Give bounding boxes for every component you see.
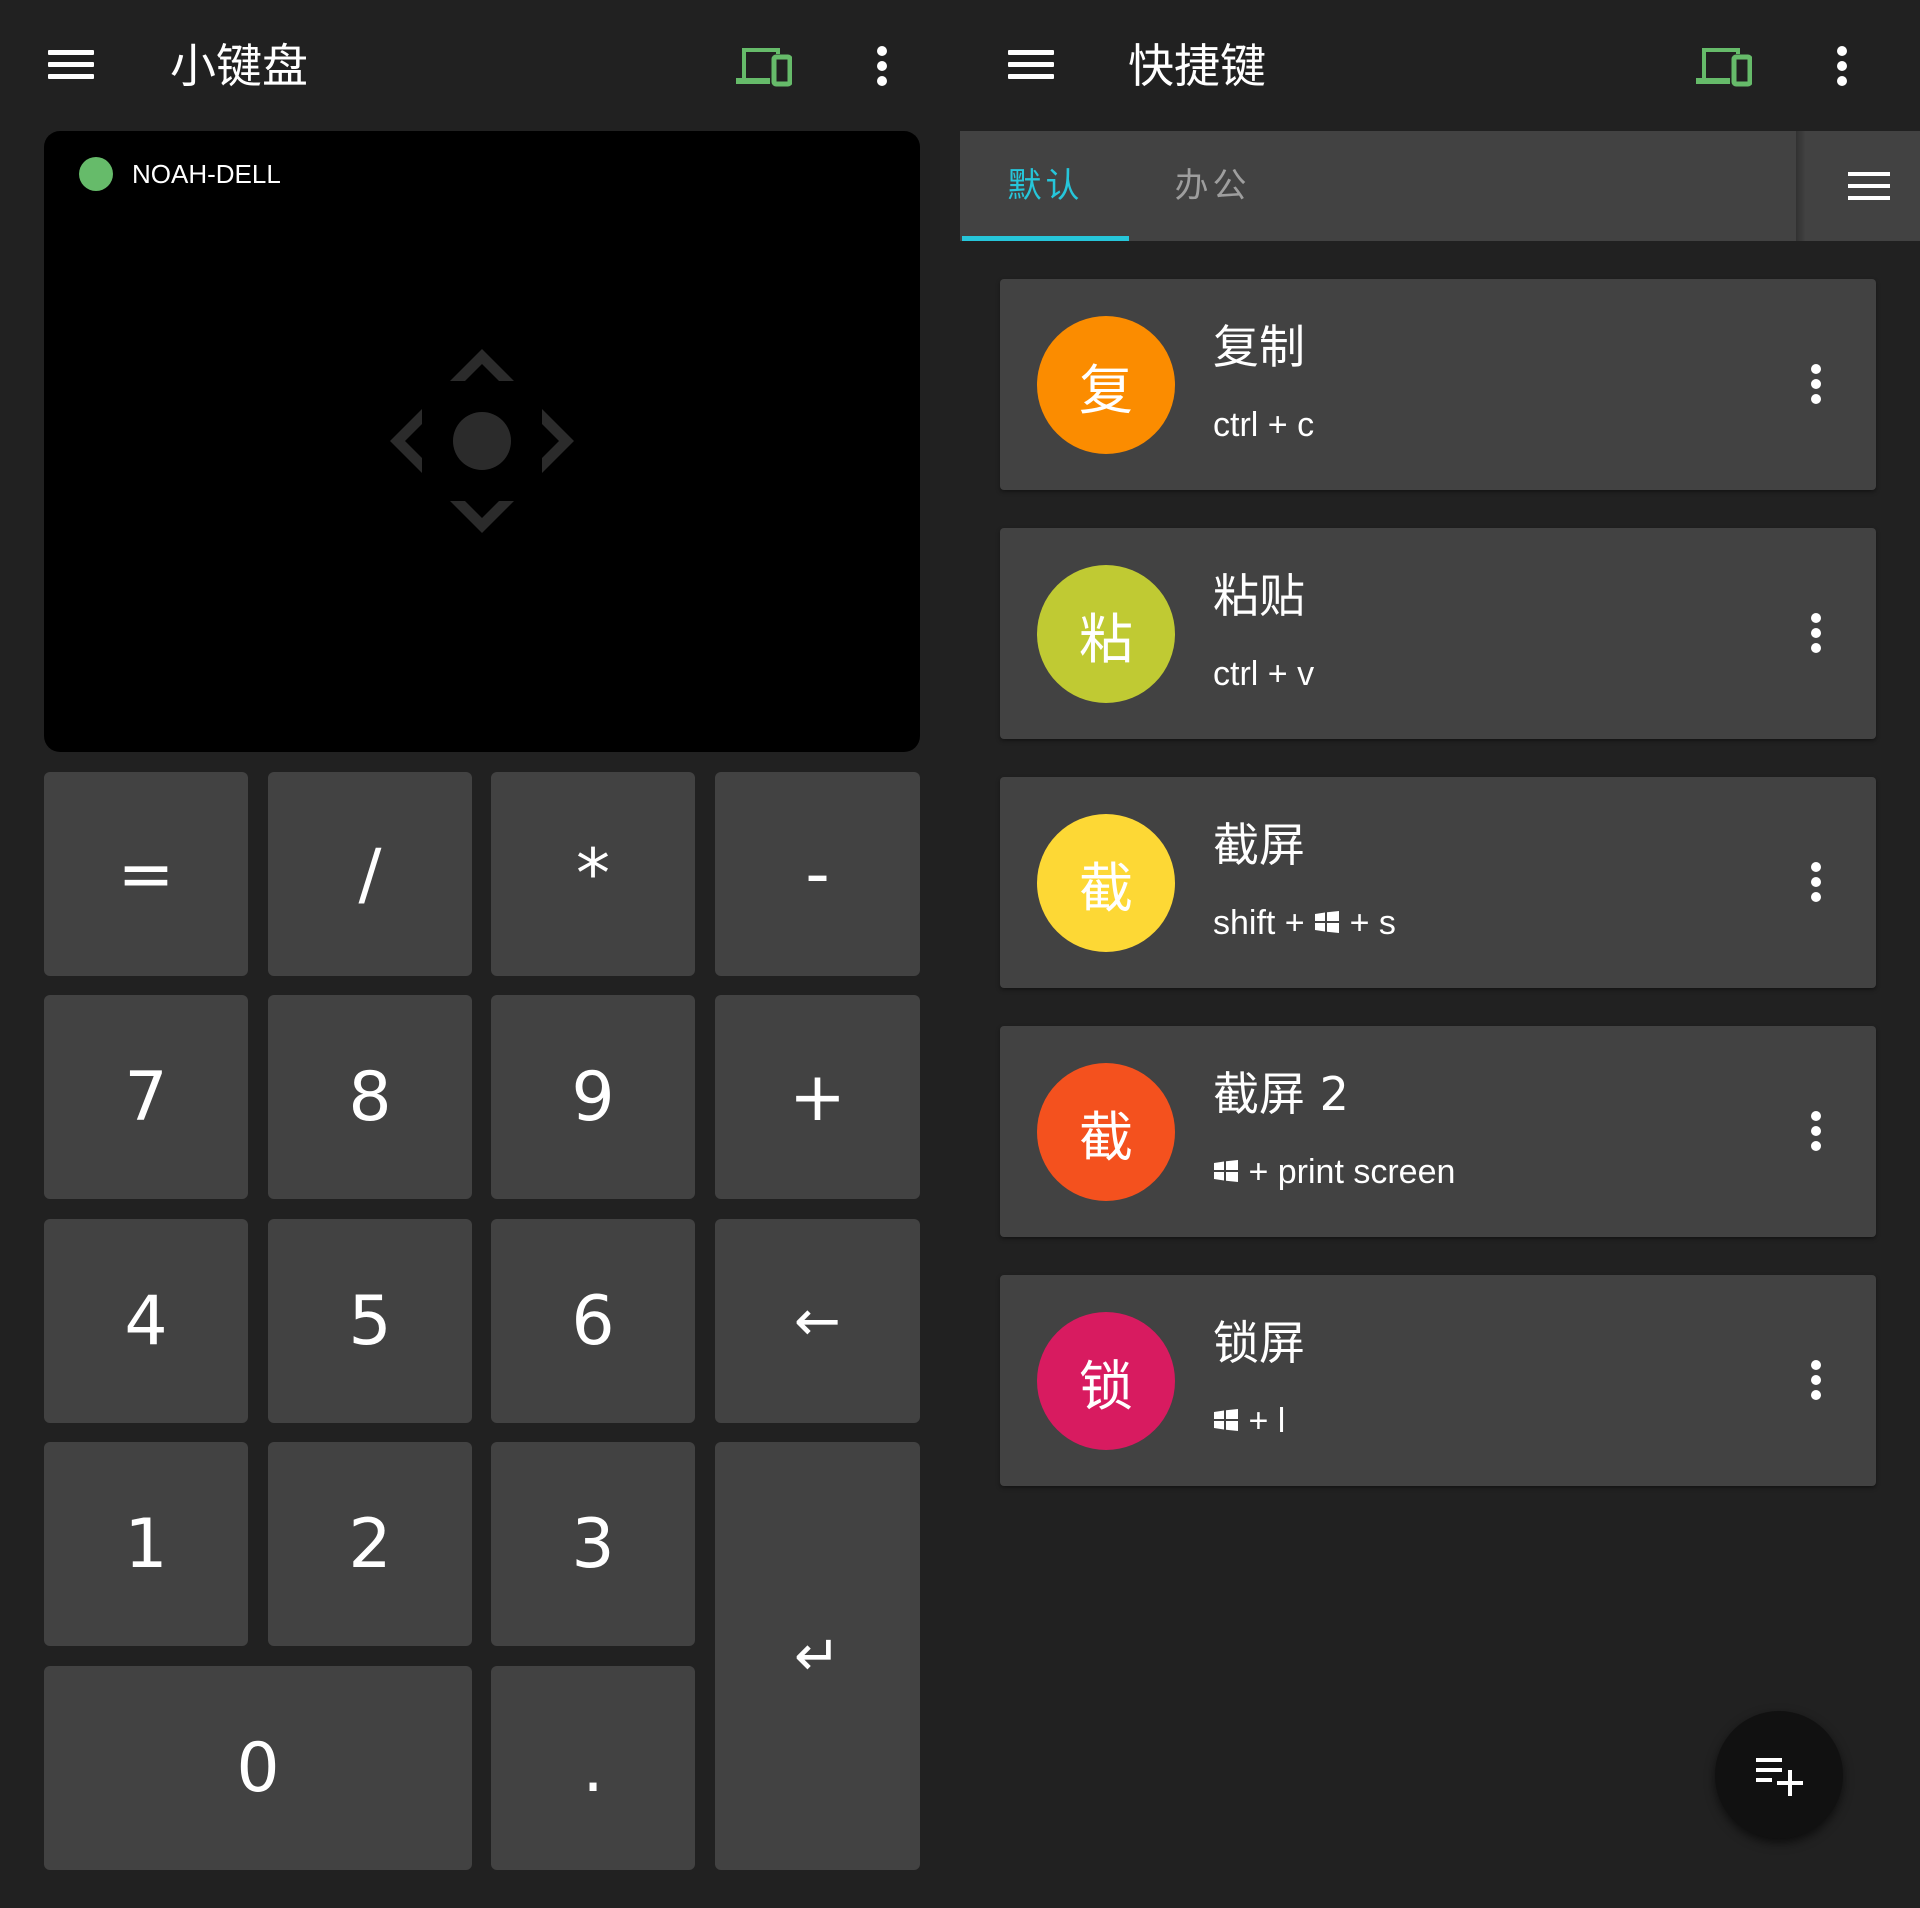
more-vert-icon[interactable]	[1804, 1106, 1828, 1156]
key-decimal[interactable]: .	[491, 1666, 695, 1870]
shortcut-card-screenshot[interactable]: 截 截屏 shift + + s	[1000, 777, 1876, 988]
key-label: 1	[124, 1504, 168, 1584]
key-label: 7	[124, 1057, 168, 1137]
playlist-add-icon	[1756, 1758, 1803, 1796]
move-arrows-icon	[390, 349, 574, 533]
key-label: 2	[348, 1504, 392, 1584]
shortcut-keys: + l	[1213, 1400, 1285, 1442]
more-vert-icon[interactable]	[1804, 608, 1828, 658]
key-label: .	[582, 1728, 604, 1808]
more-vert-icon[interactable]	[1804, 857, 1828, 907]
key-label: 8	[348, 1057, 392, 1137]
shortcut-card-lock[interactable]: 锁 锁屏 + l	[1000, 1275, 1876, 1486]
key-2[interactable]: 2	[268, 1442, 472, 1646]
key-3[interactable]: 3	[491, 1442, 695, 1646]
devices-icon[interactable]	[734, 44, 793, 88]
key-multiply[interactable]: *	[491, 772, 695, 976]
shortcut-keys: ctrl + c	[1213, 406, 1315, 444]
numpad-screen: 小键盘 NOAH-DELL = / * - 7 8 9 + 4 5 6 ← 1 …	[0, 0, 960, 1908]
avatar: 锁	[1037, 1312, 1175, 1450]
page-title: 快捷键	[1128, 39, 1266, 93]
shortcut-title: 截屏 2	[1213, 1067, 1349, 1121]
key-text: + l	[1248, 1402, 1286, 1440]
key-label: +	[789, 1057, 846, 1137]
menu-icon[interactable]	[1008, 50, 1054, 80]
key-8[interactable]: 8	[268, 995, 472, 1199]
key-label: 9	[571, 1057, 615, 1137]
key-label: /	[358, 834, 382, 914]
key-enter[interactable]: ↵	[715, 1442, 920, 1870]
key-label: 3	[571, 1504, 615, 1584]
key-1[interactable]: 1	[44, 1442, 248, 1646]
key-text: + print screen	[1248, 1153, 1456, 1191]
shortcut-title: 截屏	[1213, 818, 1305, 872]
key-label: 5	[348, 1281, 392, 1361]
key-text: shift +	[1213, 904, 1305, 942]
key-minus[interactable]: -	[715, 772, 920, 976]
shortcut-title: 锁屏	[1213, 1316, 1305, 1370]
key-4[interactable]: 4	[44, 1219, 248, 1423]
key-label: *	[576, 834, 610, 914]
key-9[interactable]: 9	[491, 995, 695, 1199]
more-vert-icon[interactable]	[1804, 1355, 1828, 1405]
tab-indicator	[962, 236, 1129, 241]
shortcut-title: 粘贴	[1213, 569, 1305, 623]
key-divide[interactable]: /	[268, 772, 472, 976]
devices-icon[interactable]	[1694, 44, 1753, 88]
key-label: =	[117, 834, 175, 914]
key-backspace[interactable]: ←	[715, 1219, 920, 1423]
key-label: 0	[236, 1728, 280, 1808]
key-label: 6	[571, 1281, 615, 1361]
tab-default[interactable]: 默认	[962, 131, 1129, 241]
more-vert-icon[interactable]	[870, 44, 894, 88]
tab-menu-icon[interactable]	[1796, 131, 1920, 241]
app-bar: 快捷键	[960, 0, 1920, 132]
touchpad-area[interactable]: NOAH-DELL	[44, 131, 920, 752]
tab-office[interactable]: 办公	[1129, 131, 1296, 241]
key-text: + s	[1349, 904, 1396, 942]
avatar: 截	[1037, 1063, 1175, 1201]
windows-key-icon	[1315, 911, 1340, 934]
more-vert-icon[interactable]	[1804, 359, 1828, 409]
key-equals[interactable]: =	[44, 772, 248, 976]
shortcut-card-screenshot-2[interactable]: 截 截屏 2 + print screen	[1000, 1026, 1876, 1237]
avatar: 截	[1037, 814, 1175, 952]
windows-key-icon	[1214, 1160, 1238, 1183]
key-plus[interactable]: +	[715, 995, 920, 1199]
key-5[interactable]: 5	[268, 1219, 472, 1423]
shortcut-keys: + print screen	[1213, 1151, 1455, 1193]
shortcuts-screen: 快捷键 默认 办公 复 复制 ctrl + c 粘 粘贴 ctrl + v 截 …	[960, 0, 1920, 1908]
key-label: ↵	[794, 1623, 841, 1689]
tab-bar: 默认 办公	[960, 131, 1920, 241]
shortcut-title: 复制	[1213, 320, 1305, 374]
menu-icon[interactable]	[48, 50, 94, 80]
connection-status-dot	[79, 157, 113, 191]
key-label: ←	[794, 1288, 841, 1354]
more-vert-icon[interactable]	[1830, 44, 1854, 88]
app-bar: 小键盘	[0, 0, 960, 132]
key-label: -	[805, 834, 830, 914]
key-6[interactable]: 6	[491, 1219, 695, 1423]
avatar: 复	[1037, 316, 1175, 454]
key-7[interactable]: 7	[44, 995, 248, 1199]
windows-key-icon	[1214, 1409, 1238, 1432]
page-title: 小键盘	[170, 39, 308, 93]
key-0[interactable]: 0	[44, 1666, 472, 1870]
avatar: 粘	[1037, 565, 1175, 703]
device-name: NOAH-DELL	[132, 159, 281, 189]
key-label: 4	[124, 1281, 168, 1361]
shortcut-keys: ctrl + v	[1213, 655, 1315, 693]
add-shortcut-button[interactable]	[1715, 1711, 1843, 1839]
shortcut-keys: shift + + s	[1213, 902, 1396, 944]
shortcut-card-paste[interactable]: 粘 粘贴 ctrl + v	[1000, 528, 1876, 739]
shortcut-card-copy[interactable]: 复 复制 ctrl + c	[1000, 279, 1876, 490]
